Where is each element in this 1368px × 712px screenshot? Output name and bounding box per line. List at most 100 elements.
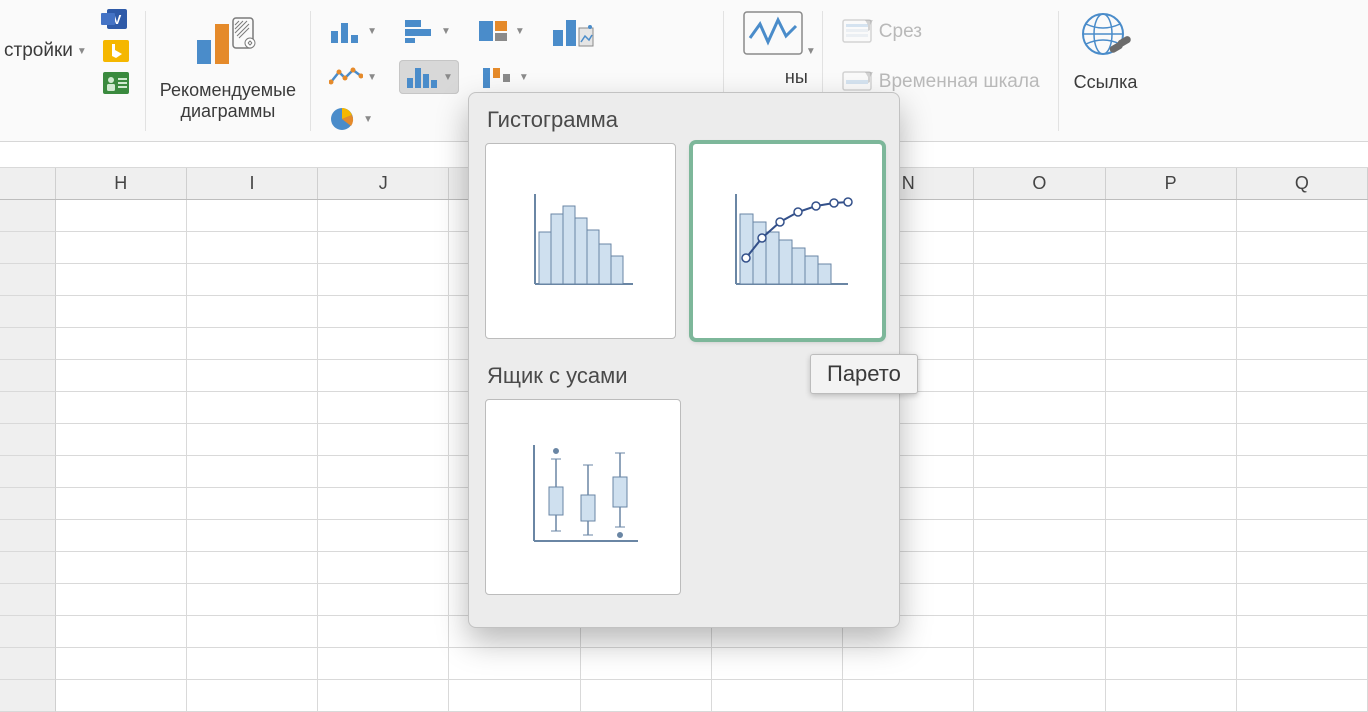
waterfall-chart-button[interactable]: ▼ bbox=[477, 60, 533, 94]
cell[interactable] bbox=[318, 584, 449, 616]
cell[interactable] bbox=[56, 552, 187, 584]
cell[interactable] bbox=[187, 232, 318, 264]
cell[interactable] bbox=[187, 456, 318, 488]
cell[interactable] bbox=[318, 232, 449, 264]
cell[interactable] bbox=[56, 584, 187, 616]
cell[interactable] bbox=[318, 392, 449, 424]
cell[interactable] bbox=[1106, 680, 1237, 712]
row-header[interactable] bbox=[0, 584, 56, 616]
cell[interactable] bbox=[1106, 264, 1237, 296]
cell[interactable] bbox=[1106, 584, 1237, 616]
cell[interactable] bbox=[187, 392, 318, 424]
statistic-chart-button[interactable]: ▼ bbox=[399, 60, 459, 94]
slicer-button[interactable]: Срез bbox=[837, 14, 926, 50]
cell[interactable] bbox=[1106, 520, 1237, 552]
hyperlink-button[interactable] bbox=[1073, 6, 1139, 66]
cell[interactable] bbox=[56, 648, 187, 680]
pareto-chart-option[interactable] bbox=[692, 143, 883, 339]
pie-chart-button[interactable]: ▼ bbox=[325, 102, 377, 136]
cell[interactable] bbox=[974, 424, 1105, 456]
cell[interactable] bbox=[187, 360, 318, 392]
hierarchy-chart-button[interactable]: ▼ bbox=[473, 10, 529, 52]
cell[interactable] bbox=[1106, 552, 1237, 584]
cell[interactable] bbox=[1106, 360, 1237, 392]
row-header[interactable] bbox=[0, 232, 56, 264]
cell[interactable] bbox=[974, 488, 1105, 520]
cell[interactable] bbox=[1106, 456, 1237, 488]
cell[interactable] bbox=[318, 488, 449, 520]
cell[interactable] bbox=[187, 552, 318, 584]
cell[interactable] bbox=[712, 680, 843, 712]
column-header[interactable]: P bbox=[1106, 168, 1237, 199]
cell[interactable] bbox=[56, 296, 187, 328]
cell[interactable] bbox=[581, 648, 712, 680]
row-header[interactable] bbox=[0, 680, 56, 712]
cell[interactable] bbox=[318, 456, 449, 488]
column-chart-button[interactable]: ▼ bbox=[325, 10, 381, 52]
cell[interactable] bbox=[974, 296, 1105, 328]
cell[interactable] bbox=[974, 264, 1105, 296]
cell[interactable] bbox=[1237, 360, 1368, 392]
cell[interactable] bbox=[56, 264, 187, 296]
box-whisker-chart-option[interactable] bbox=[485, 399, 681, 595]
cell[interactable] bbox=[1106, 200, 1237, 232]
rowcol-corner[interactable] bbox=[0, 168, 56, 199]
cell[interactable] bbox=[56, 520, 187, 552]
row-header[interactable] bbox=[0, 424, 56, 456]
row-header[interactable] bbox=[0, 360, 56, 392]
cell[interactable] bbox=[56, 680, 187, 712]
cell[interactable] bbox=[1106, 648, 1237, 680]
cell[interactable] bbox=[318, 648, 449, 680]
cell[interactable] bbox=[1106, 424, 1237, 456]
cell[interactable] bbox=[318, 424, 449, 456]
cell[interactable] bbox=[1106, 392, 1237, 424]
cell[interactable] bbox=[187, 296, 318, 328]
cell[interactable] bbox=[1106, 488, 1237, 520]
cell[interactable] bbox=[1237, 424, 1368, 456]
line-chart-button[interactable]: ▼ bbox=[325, 60, 381, 94]
cell[interactable] bbox=[974, 616, 1105, 648]
cell[interactable] bbox=[974, 360, 1105, 392]
cell[interactable] bbox=[56, 616, 187, 648]
cell[interactable] bbox=[187, 264, 318, 296]
cell[interactable] bbox=[56, 328, 187, 360]
cell[interactable] bbox=[318, 328, 449, 360]
cell[interactable] bbox=[1237, 200, 1368, 232]
cell[interactable] bbox=[318, 616, 449, 648]
cell[interactable] bbox=[974, 392, 1105, 424]
row-header[interactable] bbox=[0, 488, 56, 520]
combo-chart-button[interactable] bbox=[547, 10, 599, 52]
cell[interactable] bbox=[1106, 616, 1237, 648]
bar-chart-button[interactable]: ▼ bbox=[399, 10, 455, 52]
cell[interactable] bbox=[187, 200, 318, 232]
recommended-charts-button[interactable] bbox=[187, 6, 269, 74]
sparkline-line-button[interactable]: ▼ bbox=[738, 6, 808, 61]
people-graph-icon[interactable] bbox=[101, 70, 131, 96]
cell[interactable] bbox=[318, 520, 449, 552]
bing-icon[interactable] bbox=[101, 38, 131, 64]
row-header[interactable] bbox=[0, 616, 56, 648]
cell[interactable] bbox=[1237, 520, 1368, 552]
cell[interactable] bbox=[974, 232, 1105, 264]
row-header[interactable] bbox=[0, 648, 56, 680]
cell[interactable] bbox=[187, 680, 318, 712]
cell[interactable] bbox=[187, 328, 318, 360]
cell[interactable] bbox=[56, 360, 187, 392]
row-header[interactable] bbox=[0, 520, 56, 552]
cell[interactable] bbox=[318, 552, 449, 584]
cell[interactable] bbox=[843, 680, 974, 712]
row-header[interactable] bbox=[0, 296, 56, 328]
row-header[interactable] bbox=[0, 456, 56, 488]
cell[interactable] bbox=[187, 488, 318, 520]
cell[interactable] bbox=[1237, 392, 1368, 424]
cell[interactable] bbox=[974, 584, 1105, 616]
cell[interactable] bbox=[1237, 264, 1368, 296]
column-header[interactable]: Q bbox=[1237, 168, 1368, 199]
row-header[interactable] bbox=[0, 552, 56, 584]
row-header[interactable] bbox=[0, 328, 56, 360]
column-header[interactable]: I bbox=[187, 168, 318, 199]
cell[interactable] bbox=[974, 328, 1105, 360]
cell[interactable] bbox=[318, 680, 449, 712]
cell[interactable] bbox=[1106, 328, 1237, 360]
cell[interactable] bbox=[581, 680, 712, 712]
